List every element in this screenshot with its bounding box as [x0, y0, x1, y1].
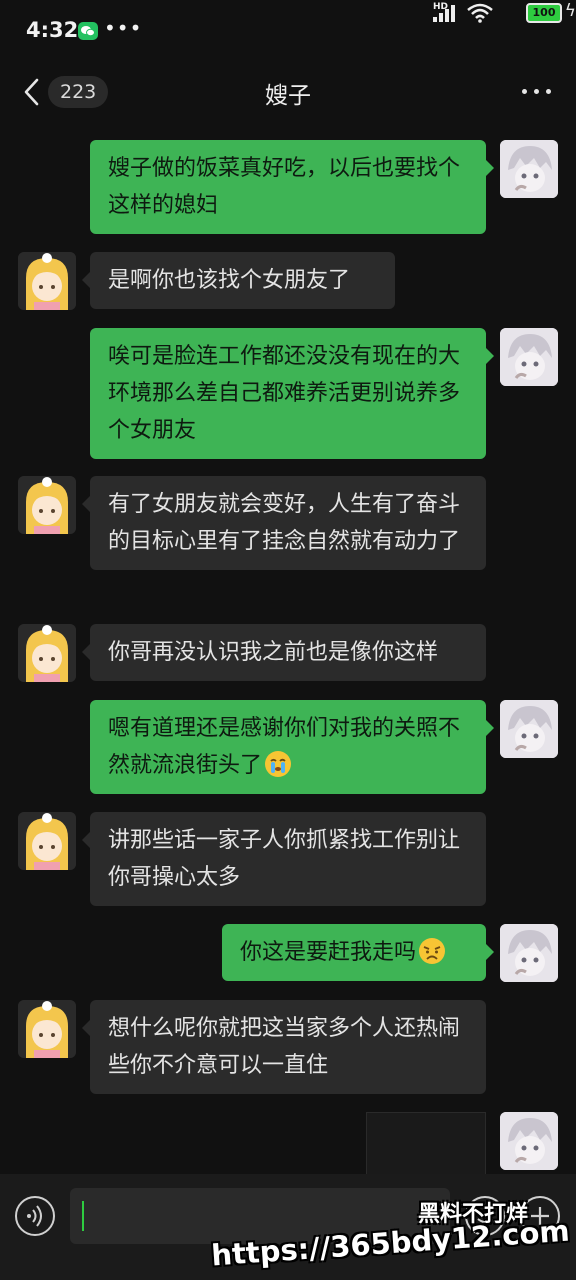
sad-face-emoji [419, 938, 446, 964]
contact-avatar[interactable] [18, 624, 76, 682]
message-text: 你这是要赶我走吗 [240, 940, 417, 965]
more-icon[interactable] [520, 76, 554, 106]
message-bubble-sent[interactable]: 嫂子做的饭菜真好吃，以后也要找个这样的媳妇 [90, 140, 494, 234]
battery-icon: 100 [526, 3, 562, 23]
my-avatar[interactable] [500, 1112, 558, 1170]
my-avatar[interactable] [500, 700, 558, 758]
message-bubble-received[interactable]: 是啊你也该找个女朋友了 [82, 252, 395, 309]
wechat-icon [78, 22, 98, 40]
my-avatar[interactable] [500, 140, 558, 198]
charging-icon: ϟ [564, 1, 576, 21]
message-bubble-sent[interactable]: 嗯有道理还是感谢你们对我的关照不然就流浪街头了 [90, 700, 494, 794]
status-time: 4:32 [26, 18, 79, 42]
status-bar: 4:32 ••• HD 100 ϟ [0, 0, 576, 62]
more-dots-icon: ••• [104, 16, 143, 40]
message-bubble-received[interactable]: 讲那些话一家子人你抓紧找工作别让你哥操心太多 [82, 812, 486, 906]
message-bubble-received[interactable]: 有了女朋友就会变好，人生有了奋斗的目标心里有了挂念自然就有动力了 [82, 476, 486, 570]
contact-avatar[interactable] [18, 1000, 76, 1058]
message-list[interactable]: 嫂子做的饭菜真好吃，以后也要找个这样的媳妇 是啊你也该找个女朋友了 唉可是脸连工… [0, 122, 576, 1176]
contact-avatar[interactable] [18, 252, 76, 310]
chat-title: 嫂子 [265, 83, 311, 109]
chat-header: 223 嫂子 [0, 62, 576, 122]
message-bubble-received[interactable]: 想什么呢你就把这当家多个人还热闹些你不介意可以一直住 [82, 1000, 486, 1094]
crying-face-emoji [265, 751, 292, 777]
message-bubble-received[interactable]: 你哥再没认识我之前也是像你这样 [82, 624, 486, 681]
wifi-icon [467, 3, 493, 23]
image-message[interactable] [366, 1112, 486, 1176]
voice-icon[interactable] [15, 1196, 55, 1236]
text-cursor [82, 1201, 84, 1231]
my-avatar[interactable] [500, 924, 558, 982]
contact-avatar[interactable] [18, 476, 76, 534]
signal-icon [433, 5, 455, 22]
message-bubble-sent[interactable]: 唉可是脸连工作都还没没有现在的大环境那么差自己都难养活更别说养多个女朋友 [90, 328, 494, 459]
message-bubble-sent[interactable]: 你这是要赶我走吗 [222, 924, 494, 981]
contact-avatar[interactable] [18, 812, 76, 870]
my-avatar[interactable] [500, 328, 558, 386]
